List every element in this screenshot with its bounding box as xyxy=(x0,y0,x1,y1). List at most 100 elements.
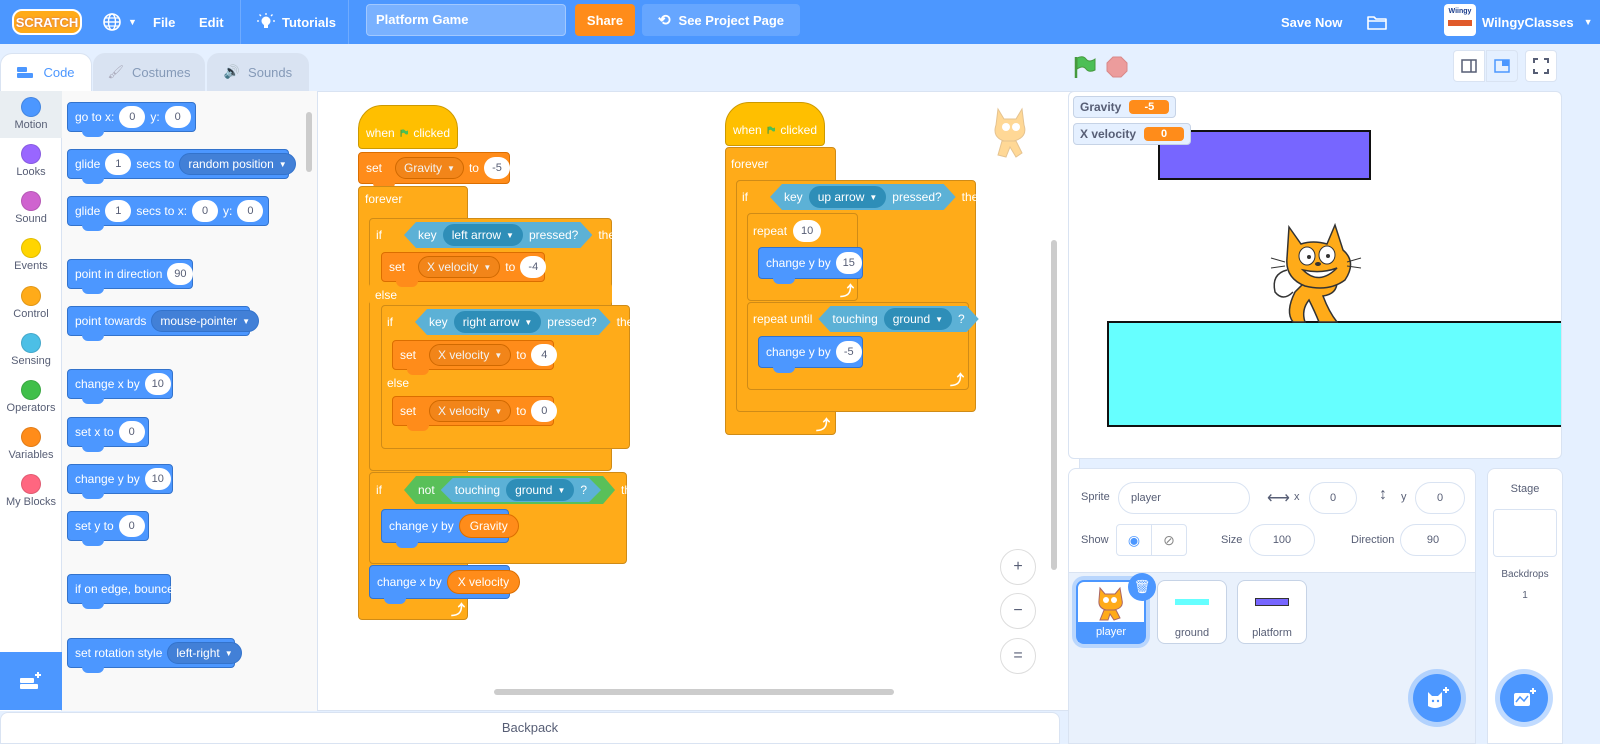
tab-costumes[interactable]: 🖌 Costumes xyxy=(93,53,205,91)
variable-dropdown[interactable]: X velocity ▼ xyxy=(429,344,512,366)
zoom-reset-button[interactable]: = xyxy=(1000,638,1036,674)
key-pressed-boolean[interactable]: key right arrow ▼ pressed? xyxy=(415,309,611,335)
size-input[interactable]: 100 xyxy=(1249,524,1315,556)
small-stage-button[interactable] xyxy=(1453,50,1485,82)
palette-block-set-x[interactable]: set x to 0 xyxy=(67,417,149,452)
file-menu[interactable]: File xyxy=(153,0,175,44)
palette-block-glide-xy[interactable]: glide 1 secs to x: 0 y: 0 xyxy=(67,196,269,231)
avatar[interactable]: Wiingy xyxy=(1444,4,1476,36)
variable-dropdown[interactable]: Gravity ▼ xyxy=(395,157,464,179)
value-input[interactable]: 10 xyxy=(144,373,171,395)
key-dropdown[interactable]: left arrow ▼ xyxy=(443,224,523,246)
category-sensing[interactable]: Sensing xyxy=(0,327,62,374)
tutorials-menu[interactable]: Tutorials xyxy=(256,0,336,44)
tab-sounds[interactable]: 🔊 Sounds xyxy=(207,53,309,91)
when-flag-clicked-hat[interactable]: when clicked xyxy=(358,105,458,149)
y-position-input[interactable]: 0 xyxy=(1415,482,1465,514)
gravity-monitor[interactable]: Gravity -5 xyxy=(1073,96,1177,118)
secs-input[interactable]: 1 xyxy=(105,153,132,175)
workspace-horizontal-scrollbar[interactable] xyxy=(494,689,894,695)
category-looks[interactable]: Looks xyxy=(0,138,62,185)
category-control[interactable]: Control xyxy=(0,280,62,327)
fullscreen-button[interactable] xyxy=(1525,50,1557,82)
repeat-count-input[interactable]: 10 xyxy=(793,220,822,242)
rotation-dropdown[interactable]: left-right ▼ xyxy=(167,642,242,664)
zoom-out-button[interactable]: − xyxy=(1000,593,1036,629)
x-input[interactable]: 0 xyxy=(192,200,219,222)
palette-block-glide-to[interactable]: glide 1 secs to random position ▼ xyxy=(67,149,296,184)
object-dropdown[interactable]: ground ▼ xyxy=(506,479,574,501)
key-pressed-boolean[interactable]: key up arrow ▼ pressed? xyxy=(770,184,956,210)
tab-code[interactable]: Code xyxy=(0,53,92,91)
touching-boolean[interactable]: touching ground ▼ ? xyxy=(441,478,601,502)
gravity-reporter[interactable]: Gravity xyxy=(458,514,519,538)
key-dropdown[interactable]: right arrow ▼ xyxy=(454,311,542,333)
project-title-input[interactable]: Platform Game xyxy=(366,4,566,36)
choose-backdrop-button[interactable] xyxy=(1500,674,1548,722)
palette-block-change-x[interactable]: change x by 10 xyxy=(67,369,173,404)
value-input[interactable]: 0 xyxy=(118,421,145,443)
normal-stage-button[interactable] xyxy=(1486,50,1518,82)
zoom-in-button[interactable]: + xyxy=(1000,549,1036,585)
x-velocity-monitor[interactable]: X velocity 0 xyxy=(1073,123,1192,145)
delete-sprite-button[interactable]: 🗑 xyxy=(1128,573,1156,601)
set-x-velocity-block[interactable]: set X velocity ▼ to 0 xyxy=(392,396,558,431)
share-button[interactable]: Share xyxy=(575,4,635,36)
my-stuff-button[interactable] xyxy=(1366,0,1388,44)
show-visible-button[interactable]: ◉ xyxy=(1116,524,1152,556)
choose-sprite-button[interactable] xyxy=(1413,674,1461,722)
sprite-name-input[interactable]: player xyxy=(1118,482,1250,514)
edit-menu[interactable]: Edit xyxy=(199,0,224,44)
green-flag-button[interactable] xyxy=(1073,56,1097,78)
sprite-thumb-platform[interactable]: platform xyxy=(1237,580,1307,644)
workspace-vertical-scrollbar[interactable] xyxy=(1051,240,1057,570)
palette-scrollbar[interactable] xyxy=(306,112,312,172)
value-input[interactable]: 15 xyxy=(835,252,862,274)
category-events[interactable]: Events xyxy=(0,232,62,279)
value-input[interactable]: 10 xyxy=(144,468,171,490)
category-variables[interactable]: Variables xyxy=(0,421,62,468)
set-x-velocity-block[interactable]: set X velocity ▼ to -4 xyxy=(381,252,547,287)
palette-block-set-y[interactable]: set y to 0 xyxy=(67,511,149,546)
change-x-by-xvelocity-block[interactable]: change x by X velocity xyxy=(369,565,521,604)
backpack[interactable]: Backpack xyxy=(0,712,1060,744)
palette-block-point-direction[interactable]: point in direction 90 xyxy=(67,259,194,294)
variable-dropdown[interactable]: X velocity ▼ xyxy=(418,256,501,278)
y-input[interactable]: 0 xyxy=(164,106,191,128)
not-boolean[interactable]: not touching ground ▼ ? xyxy=(404,476,615,504)
palette-block-bounce[interactable]: if on edge, bounce xyxy=(67,574,174,609)
when-flag-clicked-hat[interactable]: when clicked xyxy=(725,102,825,146)
stage-canvas[interactable]: Gravity -5 X velocity 0 xyxy=(1068,91,1562,459)
key-dropdown[interactable]: up arrow ▼ xyxy=(809,186,887,208)
x-input[interactable]: 0 xyxy=(119,106,146,128)
see-project-page-button[interactable]: ⟲ See Project Page xyxy=(642,4,800,36)
scratch-logo[interactable]: SCRATCH xyxy=(12,9,82,35)
palette-block-point-towards[interactable]: point towards mouse-pointer ▼ xyxy=(67,306,260,341)
key-pressed-boolean[interactable]: key left arrow ▼ pressed? xyxy=(404,222,592,248)
x-position-input[interactable]: 0 xyxy=(1309,482,1357,514)
secs-input[interactable]: 1 xyxy=(105,200,132,222)
direction-input[interactable]: 90 xyxy=(1400,524,1466,556)
touching-boolean[interactable]: touching ground ▼ ? xyxy=(818,306,978,332)
palette-block-go-to-xy[interactable]: go to x: 0 y: 0 xyxy=(67,102,196,137)
category-motion[interactable]: Motion xyxy=(0,91,62,138)
x-velocity-reporter[interactable]: X velocity xyxy=(446,570,521,594)
change-y-by-gravity-block[interactable]: change y by Gravity xyxy=(381,509,519,548)
save-now-button[interactable]: Save Now xyxy=(1281,0,1342,44)
y-input[interactable]: 0 xyxy=(237,200,264,222)
value-input[interactable]: 4 xyxy=(531,344,558,366)
category-my-blocks[interactable]: My Blocks xyxy=(0,468,62,515)
sprite-thumb-ground[interactable]: ground xyxy=(1157,580,1227,644)
value-input[interactable]: 0 xyxy=(531,400,558,422)
palette-block-rotation-style[interactable]: set rotation style left-right ▼ xyxy=(67,638,242,673)
change-y-block[interactable]: change y by -5 xyxy=(758,336,863,373)
target-dropdown[interactable]: random position ▼ xyxy=(179,153,296,175)
category-sound[interactable]: Sound xyxy=(0,185,62,232)
category-operators[interactable]: Operators xyxy=(0,374,62,421)
value-input[interactable]: -5 xyxy=(483,157,510,179)
language-menu[interactable]: ▼ xyxy=(102,0,137,44)
value-input[interactable]: -5 xyxy=(835,341,862,363)
show-hidden-button[interactable]: ⊘ xyxy=(1151,524,1187,556)
direction-input[interactable]: 90 xyxy=(167,263,194,285)
set-gravity-block[interactable]: set Gravity ▼ to -5 xyxy=(358,152,510,189)
